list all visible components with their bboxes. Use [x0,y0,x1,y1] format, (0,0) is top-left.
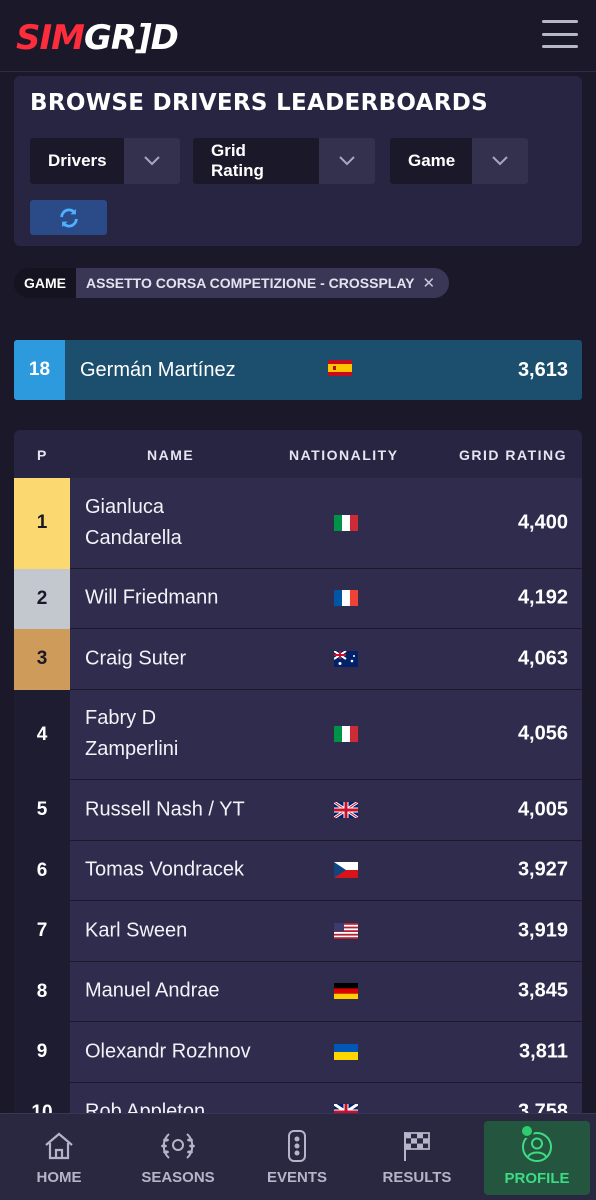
row-name: Fabry D Zamperlini [85,707,179,761]
row-position: 5 [14,780,70,841]
row-name: Tomas Vondracek [85,858,244,881]
flag-cz-icon [334,862,358,879]
table-row[interactable]: 4 Fabry D Zamperlini 4,056 [14,689,582,780]
game-dropdown[interactable]: Game [390,138,528,184]
header-name: NAME [147,447,195,463]
chevron-down-icon [319,138,375,184]
table-row[interactable]: 3 Craig Suter 4,063 [14,629,582,690]
active-filter-chip: GAME ASSETTO CORSA COMPETIZIONE - CROSSP… [14,268,450,298]
row-rating: 3,811 [519,1040,568,1063]
top-bar: SIMGR]D [0,0,596,72]
current-user-name: Germán Martínez [80,358,236,381]
laurel-icon [159,1129,197,1163]
flag-fr-icon [334,590,358,607]
row-position: 8 [14,961,70,1022]
nav-label: EVENTS [266,1169,327,1186]
row-position: 2 [14,568,70,629]
table-row[interactable]: 6 Tomas Vondracek 3,927 [14,840,582,901]
filter-value-wrap: ASSETTO CORSA COMPETIZIONE - CROSSPLAY ✕ [76,268,450,298]
logo-grid: GR]D [83,18,179,58]
table-row[interactable]: 2 Will Friedmann 4,192 [14,568,582,629]
row-name: Craig Suter [85,647,187,670]
nav-label: RESULTS [382,1169,452,1186]
table-header: P NAME NATIONALITY GRID RATING [14,430,582,478]
row-rating: 4,400 [517,511,568,534]
chevron-down-icon [124,138,180,184]
refresh-icon [59,208,78,227]
online-status-dot [520,1124,534,1138]
table-row[interactable]: 8 Manuel Andrae 3,845 [14,961,582,1022]
flag-it-icon [334,514,358,531]
nav-seasons[interactable]: SEASONS [119,1114,237,1200]
header-position: P [37,447,48,463]
row-rating: 3,927 [517,858,568,881]
home-icon [43,1129,75,1163]
drivers-dropdown[interactable]: Drivers [30,138,180,184]
simgrid-logo[interactable]: SIMGR]D [16,18,179,58]
row-name: Manuel Andrae [85,979,220,1002]
row-name: Gianluca Candarella [85,495,182,549]
leaderboard-table: P NAME NATIONALITY GRID RATING 1 Gianluc… [14,430,582,1143]
filter-value: ASSETTO CORSA COMPETIZIONE - CROSSPLAY [86,275,415,291]
filter-key: GAME [14,268,76,298]
dropdown-label: Grid Rating [193,138,319,184]
nav-events[interactable]: EVENTS [238,1114,356,1200]
nav-label: PROFILE [504,1169,570,1187]
logo-sim: SIM [16,18,85,58]
row-position: 9 [14,1022,70,1083]
row-rating: 4,056 [517,722,568,745]
filter-panel: BROWSE DRIVERS LEADERBOARDS Drivers Grid… [14,76,582,246]
row-rating: 4,005 [517,798,568,821]
hamburger-icon[interactable] [542,20,578,48]
nav-results[interactable]: RESULTS [358,1114,476,1200]
table-row[interactable]: 1 Gianluca Candarella 4,400 [14,478,582,569]
flag-us-icon [334,922,358,939]
chevron-down-icon [472,138,528,184]
row-name: Will Friedmann [85,586,219,609]
flag-au-icon [334,650,358,667]
nav-label: HOME [36,1169,82,1186]
flag-de-icon [334,983,358,1000]
nav-profile[interactable]: PROFILE [484,1121,590,1195]
flag-ua-icon [334,1043,358,1060]
refresh-button[interactable] [30,200,107,235]
row-position: 7 [14,901,70,962]
row-name: Karl Sween [85,919,188,942]
row-name: Olexandr Rozhnov [85,1040,251,1063]
dropdown-label: Game [390,138,472,184]
row-position: 6 [14,840,70,901]
traffic-light-icon [286,1129,308,1163]
table-row[interactable]: 7 Karl Sween 3,919 [14,901,582,962]
grid-rating-dropdown[interactable]: Grid Rating [193,138,375,184]
current-user-row[interactable]: 18 Germán Martínez 3,613 [14,340,582,400]
remove-filter-icon[interactable]: ✕ [423,274,436,292]
header-grid-rating: GRID RATING [459,447,568,463]
current-user-rating: 3,613 [517,358,568,381]
table-row[interactable]: 9 Olexandr Rozhnov 3,811 [14,1022,582,1083]
row-rating: 3,845 [517,979,568,1002]
flag-it-icon [334,726,358,743]
flag-es-icon [328,359,352,381]
row-rating: 4,192 [517,586,568,609]
nav-home[interactable]: HOME [0,1114,118,1200]
row-rating: 4,063 [517,647,568,670]
flag-gb-icon [334,801,358,818]
row-position: 1 [14,478,70,569]
nav-label: SEASONS [141,1169,215,1186]
checkered-flag-icon [402,1129,432,1163]
header-nationality: NATIONALITY [289,447,399,463]
row-position: 4 [14,689,70,780]
page-title: BROWSE DRIVERS LEADERBOARDS [30,90,489,116]
row-rating: 3,919 [517,919,568,942]
dropdown-label: Drivers [30,138,124,184]
current-user-position: 18 [14,340,65,400]
row-position: 3 [14,629,70,690]
table-row[interactable]: 5 Russell Nash / YT 4,005 [14,780,582,841]
bottom-nav: HOME SEASONS EVENTS RESULTS PROFILE [0,1113,596,1200]
row-name: Russell Nash / YT [85,798,245,821]
